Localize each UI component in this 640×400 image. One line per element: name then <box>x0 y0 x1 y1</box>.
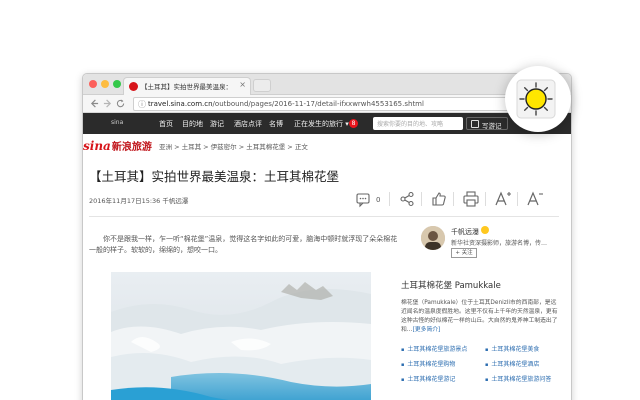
title-divider <box>89 216 559 217</box>
link-hotels[interactable]: 土耳其棉花堡酒店 <box>485 359 539 368</box>
link-qa[interactable]: 土耳其棉花堡旅游问答 <box>485 374 551 383</box>
browser-window: 【土耳其】实拍世界最美温泉： × ⓘ travel.sina.com.cn/ou… <box>82 73 572 400</box>
sina-favicon-icon <box>129 82 138 91</box>
share-icon[interactable] <box>397 189 417 209</box>
nav-item-live-trips[interactable]: 正在发生的旅行 ▾ <box>294 119 349 129</box>
browser-tab[interactable]: 【土耳其】实拍世界最美温泉： × <box>123 77 251 95</box>
search-placeholder: 搜索你要的目的地、攻略 <box>377 121 444 128</box>
site-top-nav: sina 首页 目的地 游记 酒店点评 名博 正在发生的旅行 ▾ 8 搜索你要的… <box>83 113 571 134</box>
sina-travel-logo[interactable]: sina新浪旅游 <box>83 138 152 153</box>
comment-count: 0 <box>376 196 381 204</box>
article-lead-paragraph: 你不是跟我一样，乍一听“棉花堡”温泉，觉得这名字如此的可爱，脑海中顿时就浮现了朵… <box>89 235 398 254</box>
avatar-image <box>421 226 445 250</box>
article-title: 【土耳其】实拍世界最美温泉：土耳其棉花堡 <box>89 169 340 184</box>
nav-item-home[interactable]: 首页 <box>159 119 173 129</box>
url-input[interactable]: ⓘ travel.sina.com.cn/outbound/pages/2016… <box>133 97 563 111</box>
author-avatar[interactable] <box>421 226 445 250</box>
toolbar-divider <box>517 192 518 206</box>
print-icon[interactable] <box>461 189 481 209</box>
pamukkale-photo[interactable] <box>111 272 371 400</box>
tab-bar: 【土耳其】实拍世界最美温泉： × <box>83 74 571 95</box>
info-icon[interactable]: ⓘ <box>138 99 146 110</box>
site-search-input[interactable]: 搜索你要的目的地、攻略 <box>373 117 463 130</box>
minimize-window-button[interactable] <box>101 80 109 88</box>
reload-button[interactable] <box>116 97 125 112</box>
follow-button[interactable]: + 关注 <box>451 248 477 258</box>
toolbar-divider <box>421 192 422 206</box>
tab-close-button[interactable]: × <box>239 80 246 89</box>
article-meta: 2016年11月17日15:36 千帆远瀑 <box>89 197 189 205</box>
more-intro-link[interactable]: [更多简介] <box>413 327 441 333</box>
sina-logo[interactable]: sina <box>109 116 123 127</box>
address-bar: ⓘ travel.sina.com.cn/outbound/pages/2016… <box>83 95 571 113</box>
author-name[interactable]: 千帆远瀑 <box>451 227 479 237</box>
url-text: travel.sina.com.cn/outbound/pages/2016-1… <box>148 100 424 108</box>
tab-title: 【土耳其】实拍世界最美温泉： <box>141 83 232 91</box>
destination-description: 棉花堡（Pamukkale）位于土耳其Denizli市的西南部，是远近闻名的温泉… <box>401 300 558 333</box>
arrow-left-icon <box>90 99 99 108</box>
nav-item-destinations[interactable]: 目的地 <box>182 119 203 129</box>
link-travelogues[interactable]: 土耳其棉花堡游记 <box>401 374 455 383</box>
close-window-button[interactable] <box>89 80 97 88</box>
destination-title: 土耳其棉花堡 Pamukkale <box>401 281 501 291</box>
write-travelogue-label: 写游记 <box>482 122 502 130</box>
arrow-right-icon <box>103 99 112 108</box>
toolbar-divider <box>485 192 486 206</box>
back-button[interactable] <box>90 97 99 112</box>
font-decrease-icon[interactable] <box>525 189 545 209</box>
sun-extension-icon[interactable] <box>516 79 556 119</box>
edit-icon <box>471 120 479 128</box>
nav-item-travelogues[interactable]: 游记 <box>210 119 224 129</box>
nav-item-hotel-reviews[interactable]: 酒店点评 <box>234 119 262 129</box>
like-icon[interactable] <box>429 189 449 209</box>
nav-item-famous-blogs[interactable]: 名博 <box>269 119 283 129</box>
author-description: 新华社资深摄影师，旅游名博，传… <box>451 240 548 247</box>
pamukkale-image <box>111 272 371 400</box>
comment-icon[interactable] <box>353 189 373 209</box>
notification-badge: 8 <box>349 119 358 128</box>
new-tab-button[interactable] <box>253 79 271 92</box>
font-increase-icon[interactable] <box>493 189 513 209</box>
toolbar-divider <box>453 192 454 206</box>
write-travelogue-button[interactable]: 写游记 <box>466 117 508 130</box>
link-shopping[interactable]: 土耳其棉花堡购物 <box>401 359 455 368</box>
reload-icon <box>116 99 125 108</box>
breadcrumb: sina新浪旅游 亚洲 > 土耳其 > 伊兹密尔 > 土耳其棉花堡 > 正文 <box>83 136 571 154</box>
toolbar-divider <box>389 192 390 206</box>
breadcrumb-path[interactable]: 亚洲 > 土耳其 > 伊兹密尔 > 土耳其棉花堡 > 正文 <box>159 141 308 151</box>
verified-badge-icon <box>481 226 489 234</box>
link-food[interactable]: 土耳其棉花堡美食 <box>485 344 539 353</box>
maximize-window-button[interactable] <box>113 80 121 88</box>
link-attractions[interactable]: 土耳其棉花堡旅游景点 <box>401 344 467 353</box>
forward-button[interactable] <box>103 97 112 112</box>
